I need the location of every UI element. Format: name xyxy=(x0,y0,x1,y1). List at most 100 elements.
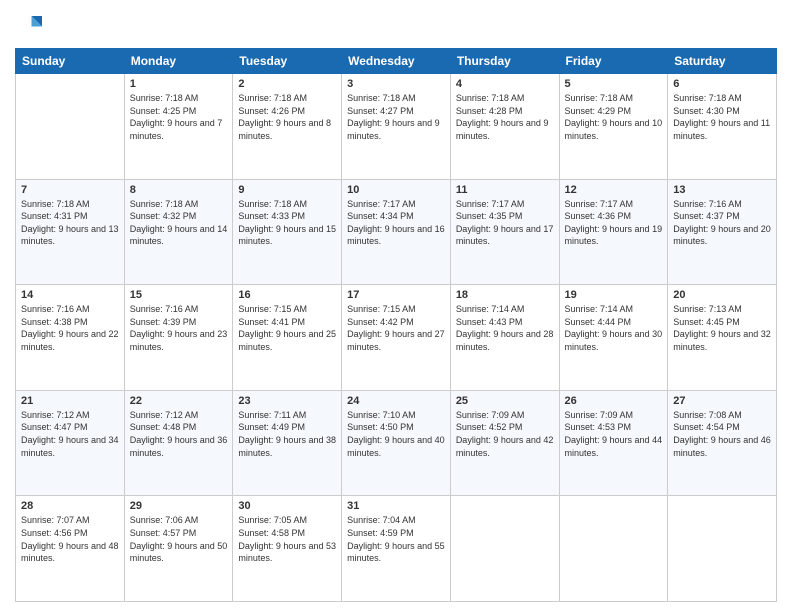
calendar-cell: 10 Sunrise: 7:17 AMSunset: 4:34 PMDayligh… xyxy=(342,179,451,285)
calendar-cell xyxy=(559,496,668,602)
day-number: 2 xyxy=(238,78,336,90)
calendar-cell: 27 Sunrise: 7:08 AMSunset: 4:54 PMDayligh… xyxy=(668,390,777,496)
day-detail: Sunrise: 7:15 AMSunset: 4:41 PMDaylight:… xyxy=(238,303,336,353)
calendar-cell: 18Sunrise: 7:14 AMSunset: 4:43 PMDayligh… xyxy=(450,285,559,391)
day-detail: Sunrise: 7:18 AMSunset: 4:33 PMDaylight:… xyxy=(238,198,336,248)
day-number: 13 xyxy=(673,184,771,196)
day-detail: Sunrise: 7:15 AMSunset: 4:42 PMDaylight:… xyxy=(347,303,445,353)
day-detail: Sunrise: 7:18 AMSunset: 4:25 PMDaylight:… xyxy=(130,92,228,142)
day-detail: Sunrise: 7:04 AMSunset: 4:59 PMDaylight:… xyxy=(347,514,445,564)
day-detail: Sunrise: 7:18 AMSunset: 4:26 PMDaylight:… xyxy=(238,92,336,142)
calendar-cell: 25 Sunrise: 7:09 AMSunset: 4:52 PMDayligh… xyxy=(450,390,559,496)
day-detail: Sunrise: 7:17 AMSunset: 4:36 PMDaylight:… xyxy=(565,198,663,248)
calendar-week-2: 7 Sunrise: 7:18 AMSunset: 4:31 PMDaylight… xyxy=(16,179,777,285)
calendar-cell: 28 Sunrise: 7:07 AMSunset: 4:56 PMDayligh… xyxy=(16,496,125,602)
col-monday: Monday xyxy=(124,49,233,74)
day-number: 17 xyxy=(347,289,445,301)
calendar-cell: 24Sunrise: 7:10 AMSunset: 4:50 PMDayligh… xyxy=(342,390,451,496)
calendar-cell: 14 Sunrise: 7:16 AMSunset: 4:38 PMDayligh… xyxy=(16,285,125,391)
day-detail: Sunrise: 7:09 AMSunset: 4:53 PMDaylight:… xyxy=(565,409,663,459)
calendar-cell: 3 Sunrise: 7:18 AMSunset: 4:27 PMDaylight… xyxy=(342,74,451,180)
calendar-cell: 17 Sunrise: 7:15 AMSunset: 4:42 PMDayligh… xyxy=(342,285,451,391)
day-number: 1 xyxy=(130,78,228,90)
calendar-cell xyxy=(668,496,777,602)
day-number: 22 xyxy=(130,395,228,407)
day-number: 14 xyxy=(21,289,119,301)
page: Sunday Monday Tuesday Wednesday Thursday… xyxy=(0,0,792,612)
calendar-cell: 22Sunrise: 7:12 AMSunset: 4:48 PMDayligh… xyxy=(124,390,233,496)
day-number: 8 xyxy=(130,184,228,196)
calendar-cell: 30 Sunrise: 7:05 AMSunset: 4:58 PMDayligh… xyxy=(233,496,342,602)
day-detail: Sunrise: 7:13 AMSunset: 4:45 PMDaylight:… xyxy=(673,303,771,353)
calendar-cell: 4 Sunrise: 7:18 AMSunset: 4:28 PMDaylight… xyxy=(450,74,559,180)
day-detail: Sunrise: 7:18 AMSunset: 4:32 PMDaylight:… xyxy=(130,198,228,248)
day-detail: Sunrise: 7:16 AMSunset: 4:39 PMDaylight:… xyxy=(130,303,228,353)
calendar-cell xyxy=(450,496,559,602)
calendar-cell: 16 Sunrise: 7:15 AMSunset: 4:41 PMDayligh… xyxy=(233,285,342,391)
calendar-cell: 12 Sunrise: 7:17 AMSunset: 4:36 PMDayligh… xyxy=(559,179,668,285)
calendar-cell: 20 Sunrise: 7:13 AMSunset: 4:45 PMDayligh… xyxy=(668,285,777,391)
calendar-week-5: 28 Sunrise: 7:07 AMSunset: 4:56 PMDayligh… xyxy=(16,496,777,602)
calendar-cell: 23 Sunrise: 7:11 AMSunset: 4:49 PMDayligh… xyxy=(233,390,342,496)
day-number: 7 xyxy=(21,184,119,196)
col-sunday: Sunday xyxy=(16,49,125,74)
day-number: 29 xyxy=(130,500,228,512)
day-number: 10 xyxy=(347,184,445,196)
calendar-cell: 8 Sunrise: 7:18 AMSunset: 4:32 PMDaylight… xyxy=(124,179,233,285)
day-number: 16 xyxy=(238,289,336,301)
calendar-cell: 1 Sunrise: 7:18 AMSunset: 4:25 PMDaylight… xyxy=(124,74,233,180)
col-tuesday: Tuesday xyxy=(233,49,342,74)
logo-icon xyxy=(15,10,45,40)
calendar-cell: 11 Sunrise: 7:17 AMSunset: 4:35 PMDayligh… xyxy=(450,179,559,285)
day-detail: Sunrise: 7:12 AMSunset: 4:47 PMDaylight:… xyxy=(21,409,119,459)
calendar-cell: 9 Sunrise: 7:18 AMSunset: 4:33 PMDaylight… xyxy=(233,179,342,285)
calendar-cell: 13 Sunrise: 7:16 AMSunset: 4:37 PMDayligh… xyxy=(668,179,777,285)
calendar-week-1: 1 Sunrise: 7:18 AMSunset: 4:25 PMDaylight… xyxy=(16,74,777,180)
calendar-cell: 15Sunrise: 7:16 AMSunset: 4:39 PMDayligh… xyxy=(124,285,233,391)
col-friday: Friday xyxy=(559,49,668,74)
day-detail: Sunrise: 7:05 AMSunset: 4:58 PMDaylight:… xyxy=(238,514,336,564)
day-number: 23 xyxy=(238,395,336,407)
calendar-cell: 6Sunrise: 7:18 AMSunset: 4:30 PMDaylight… xyxy=(668,74,777,180)
calendar-cell: 5Sunrise: 7:18 AMSunset: 4:29 PMDaylight… xyxy=(559,74,668,180)
calendar-cell: 29Sunrise: 7:06 AMSunset: 4:57 PMDayligh… xyxy=(124,496,233,602)
day-detail: Sunrise: 7:18 AMSunset: 4:28 PMDaylight:… xyxy=(456,92,554,142)
calendar-week-4: 21Sunrise: 7:12 AMSunset: 4:47 PMDayligh… xyxy=(16,390,777,496)
day-number: 27 xyxy=(673,395,771,407)
calendar-cell: 19Sunrise: 7:14 AMSunset: 4:44 PMDayligh… xyxy=(559,285,668,391)
day-number: 4 xyxy=(456,78,554,90)
calendar-cell: 31 Sunrise: 7:04 AMSunset: 4:59 PMDayligh… xyxy=(342,496,451,602)
col-thursday: Thursday xyxy=(450,49,559,74)
day-detail: Sunrise: 7:16 AMSunset: 4:37 PMDaylight:… xyxy=(673,198,771,248)
day-number: 28 xyxy=(21,500,119,512)
day-number: 30 xyxy=(238,500,336,512)
day-detail: Sunrise: 7:18 AMSunset: 4:31 PMDaylight:… xyxy=(21,198,119,248)
day-detail: Sunrise: 7:16 AMSunset: 4:38 PMDaylight:… xyxy=(21,303,119,353)
day-number: 11 xyxy=(456,184,554,196)
calendar-cell xyxy=(16,74,125,180)
logo xyxy=(15,10,49,40)
day-number: 5 xyxy=(565,78,663,90)
day-detail: Sunrise: 7:17 AMSunset: 4:35 PMDaylight:… xyxy=(456,198,554,248)
day-detail: Sunrise: 7:18 AMSunset: 4:27 PMDaylight:… xyxy=(347,92,445,142)
day-detail: Sunrise: 7:18 AMSunset: 4:30 PMDaylight:… xyxy=(673,92,771,142)
day-number: 9 xyxy=(238,184,336,196)
calendar-week-3: 14 Sunrise: 7:16 AMSunset: 4:38 PMDayligh… xyxy=(16,285,777,391)
day-detail: Sunrise: 7:11 AMSunset: 4:49 PMDaylight:… xyxy=(238,409,336,459)
day-detail: Sunrise: 7:17 AMSunset: 4:34 PMDaylight:… xyxy=(347,198,445,248)
col-saturday: Saturday xyxy=(668,49,777,74)
day-number: 31 xyxy=(347,500,445,512)
day-number: 20 xyxy=(673,289,771,301)
calendar-cell: 2 Sunrise: 7:18 AMSunset: 4:26 PMDaylight… xyxy=(233,74,342,180)
day-detail: Sunrise: 7:08 AMSunset: 4:54 PMDaylight:… xyxy=(673,409,771,459)
day-number: 26 xyxy=(565,395,663,407)
day-detail: Sunrise: 7:09 AMSunset: 4:52 PMDaylight:… xyxy=(456,409,554,459)
calendar-header-row: Sunday Monday Tuesday Wednesday Thursday… xyxy=(16,49,777,74)
day-number: 3 xyxy=(347,78,445,90)
header xyxy=(15,10,777,40)
day-number: 12 xyxy=(565,184,663,196)
calendar-cell: 26 Sunrise: 7:09 AMSunset: 4:53 PMDayligh… xyxy=(559,390,668,496)
day-detail: Sunrise: 7:07 AMSunset: 4:56 PMDaylight:… xyxy=(21,514,119,564)
day-number: 24 xyxy=(347,395,445,407)
day-number: 25 xyxy=(456,395,554,407)
